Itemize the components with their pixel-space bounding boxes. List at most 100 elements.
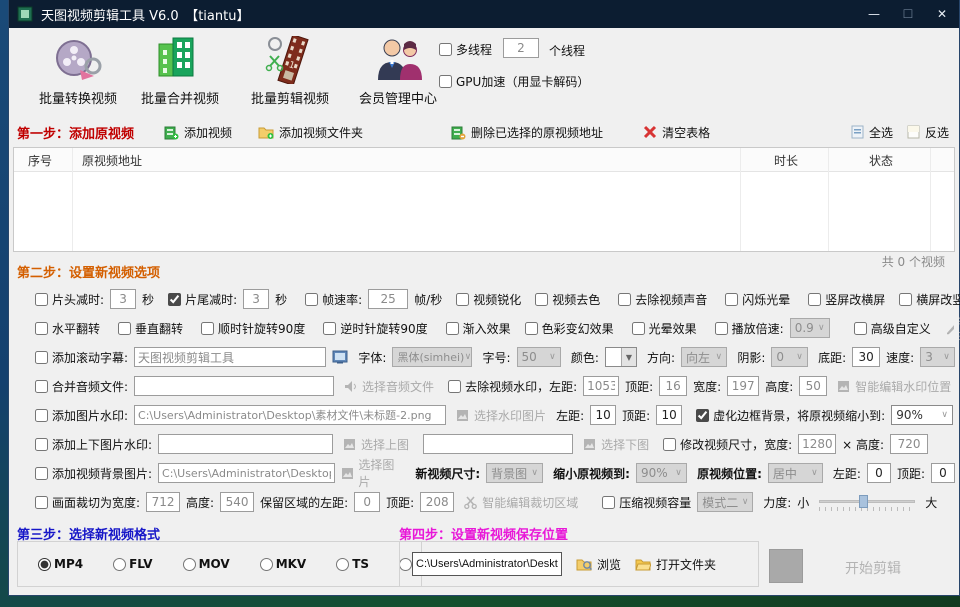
trim-head-input[interactable] — [110, 289, 136, 309]
format-radio-ts[interactable]: TS — [336, 557, 369, 571]
bottom-image-input[interactable] — [423, 434, 573, 454]
add-video-button[interactable]: 添加视频 — [164, 124, 232, 141]
smart-watermark-button[interactable]: 智能编辑水印位置 — [837, 378, 951, 395]
color-fx-checkbox[interactable]: 色彩变幻效果 — [525, 320, 614, 337]
resize-width-input[interactable] — [798, 434, 836, 454]
choose-bg-image-button[interactable]: 选择图片 — [341, 456, 406, 490]
compress-strength-slider[interactable] — [819, 493, 915, 511]
bg-image-checkbox[interactable]: 添加视频背景图片: — [35, 465, 152, 482]
batch-convert-button[interactable]: 批量转换视频 — [25, 34, 131, 114]
portrait-to-landscape-checkbox[interactable]: 竖屏改横屏 — [808, 291, 885, 308]
framerate-input[interactable] — [368, 289, 408, 309]
format-radio-flv[interactable]: FLV — [113, 557, 152, 571]
crop-top-input[interactable] — [420, 492, 454, 512]
subtitle-preview-icon[interactable] — [332, 350, 348, 364]
choose-bottom-image-button[interactable]: 选择下图 — [583, 436, 649, 453]
smart-crop-button[interactable]: 智能编辑裁切区域 — [464, 494, 578, 511]
wm-height-input[interactable] — [799, 376, 827, 396]
slider-thumb[interactable] — [859, 495, 868, 508]
multithread-checkbox-input[interactable] — [439, 43, 452, 56]
direction-select[interactable]: 向左∨ — [681, 347, 727, 367]
trim-tail-checkbox[interactable]: 片尾减时: — [168, 291, 237, 308]
thread-count-input[interactable] — [503, 38, 539, 58]
crop-height-input[interactable] — [220, 492, 254, 512]
batch-merge-button[interactable]: 批量合并视频 — [127, 34, 233, 114]
multithread-checkbox[interactable]: 多线程 — [439, 41, 492, 58]
top-image-input[interactable] — [158, 434, 333, 454]
bg-image-path-input[interactable] — [158, 463, 335, 483]
position-select[interactable]: 居中∨ — [768, 463, 823, 483]
trim-tail-input[interactable] — [243, 289, 269, 309]
watermark-image-path-input[interactable] — [134, 405, 446, 425]
speed-select[interactable]: 0.9∨ — [790, 318, 830, 338]
merge-audio-checkbox[interactable]: 合并音频文件: — [35, 378, 128, 395]
crop-width-input[interactable] — [146, 492, 180, 512]
wm-top-input[interactable] — [659, 376, 687, 396]
rotate-ccw-checkbox[interactable]: 逆时针旋转90度 — [323, 320, 427, 337]
resize-height-input[interactable] — [890, 434, 928, 454]
shrink-scale-select[interactable]: 90%∨ — [891, 405, 953, 425]
tb-watermark-checkbox[interactable]: 添加上下图片水印: — [35, 436, 152, 453]
font-select[interactable]: 黑体(simhei)∨ — [392, 347, 472, 367]
flip-v-checkbox[interactable]: 垂直翻转 — [118, 320, 183, 337]
clear-table-button[interactable]: 清空表格 — [643, 124, 710, 141]
sharpen-checkbox[interactable]: 视频锐化 — [456, 291, 521, 308]
flip-h-checkbox[interactable]: 水平翻转 — [35, 320, 100, 337]
shadow-select[interactable]: 0∨ — [771, 347, 808, 367]
crop-checkbox[interactable]: 画面裁切为宽度: — [35, 494, 140, 511]
wm-left-input[interactable] — [583, 376, 619, 396]
close-button[interactable]: ✕ — [925, 0, 959, 28]
rotate-cw-checkbox[interactable]: 顺时针旋转90度 — [201, 320, 305, 337]
scroll-speed-select[interactable]: 3∨ — [920, 347, 955, 367]
save-path-input[interactable] — [412, 552, 562, 576]
compress-mode-select[interactable]: 模式二∨ — [697, 492, 753, 512]
remove-watermark-checkbox[interactable]: 去除视频水印，左距: — [448, 378, 577, 395]
image-watermark-checkbox[interactable]: 添加图片水印: — [35, 407, 128, 424]
gpu-checkbox[interactable]: GPU加速（用显卡解码） — [439, 73, 589, 90]
flicker-checkbox[interactable]: 闪烁光晕 — [725, 291, 790, 308]
choose-audio-button[interactable]: 选择音频文件 — [344, 378, 434, 395]
shrink-select[interactable]: 90%∨ — [636, 463, 687, 483]
member-center-button[interactable]: 会员管理中心 — [345, 34, 451, 114]
bg-left-input[interactable] — [867, 463, 891, 483]
remove-audio-checkbox[interactable]: 去除视频声音 — [618, 291, 707, 308]
new-size-select[interactable]: 背景图∨ — [486, 463, 543, 483]
browse-button[interactable]: 浏览 — [576, 556, 621, 573]
format-radio-mp4[interactable]: MP4 — [38, 557, 83, 571]
delete-selected-button[interactable]: 删除已选择的原视频地址 — [451, 124, 603, 141]
color-picker[interactable]: ▼ — [605, 347, 637, 367]
maximize-button[interactable]: ☐ — [891, 0, 925, 28]
halo-fx-checkbox[interactable]: 光晕效果 — [632, 320, 697, 337]
trim-head-checkbox[interactable]: 片头减时: — [35, 291, 104, 308]
subtitle-text-input[interactable] — [134, 347, 326, 367]
open-folder-button[interactable]: 打开文件夹 — [635, 556, 716, 573]
add-folder-button[interactable]: 添加视频文件夹 — [258, 124, 363, 141]
invert-select-button[interactable]: 反选 — [907, 124, 949, 141]
edit-button[interactable]: 编辑 — [945, 311, 960, 345]
landscape-to-portrait-checkbox[interactable]: 横屏改竖屏 — [899, 291, 960, 308]
choose-top-image-button[interactable]: 选择上图 — [343, 436, 409, 453]
compress-checkbox[interactable]: 压缩视频容量 — [602, 494, 691, 511]
video-table[interactable]: 序号 原视频地址 时长 状态 — [13, 147, 955, 252]
img-wm-left-input[interactable] — [590, 405, 616, 425]
speed-checkbox[interactable]: 播放倍速: — [715, 320, 784, 337]
format-radio-mov[interactable]: MOV — [183, 557, 230, 571]
advanced-checkbox[interactable]: 高级自定义 — [854, 320, 931, 337]
start-edit-button[interactable]: 开始剪辑 — [845, 558, 901, 578]
choose-watermark-button[interactable]: 选择水印图片 — [456, 407, 546, 424]
select-all-button[interactable]: 全选 — [851, 124, 893, 141]
bottom-margin-input[interactable] — [852, 347, 880, 367]
audio-file-input[interactable] — [134, 376, 334, 396]
blur-border-checkbox[interactable]: 虚化边框背景，将原视频缩小到: — [696, 407, 885, 424]
resize-checkbox[interactable]: 修改视频尺寸，宽度: — [663, 436, 792, 453]
minimize-button[interactable]: — — [857, 0, 891, 28]
img-wm-top-input[interactable] — [656, 405, 682, 425]
wm-width-input[interactable] — [727, 376, 759, 396]
framerate-checkbox[interactable]: 帧速率: — [305, 291, 362, 308]
font-size-select[interactable]: 50∨ — [517, 347, 561, 367]
batch-edit-button[interactable]: 1 批量剪辑视频 — [237, 34, 343, 114]
crop-left-input[interactable] — [354, 492, 380, 512]
bg-top-input[interactable] — [931, 463, 955, 483]
gpu-checkbox-input[interactable] — [439, 75, 452, 88]
subtitle-checkbox[interactable]: 添加滚动字幕: — [35, 349, 128, 366]
